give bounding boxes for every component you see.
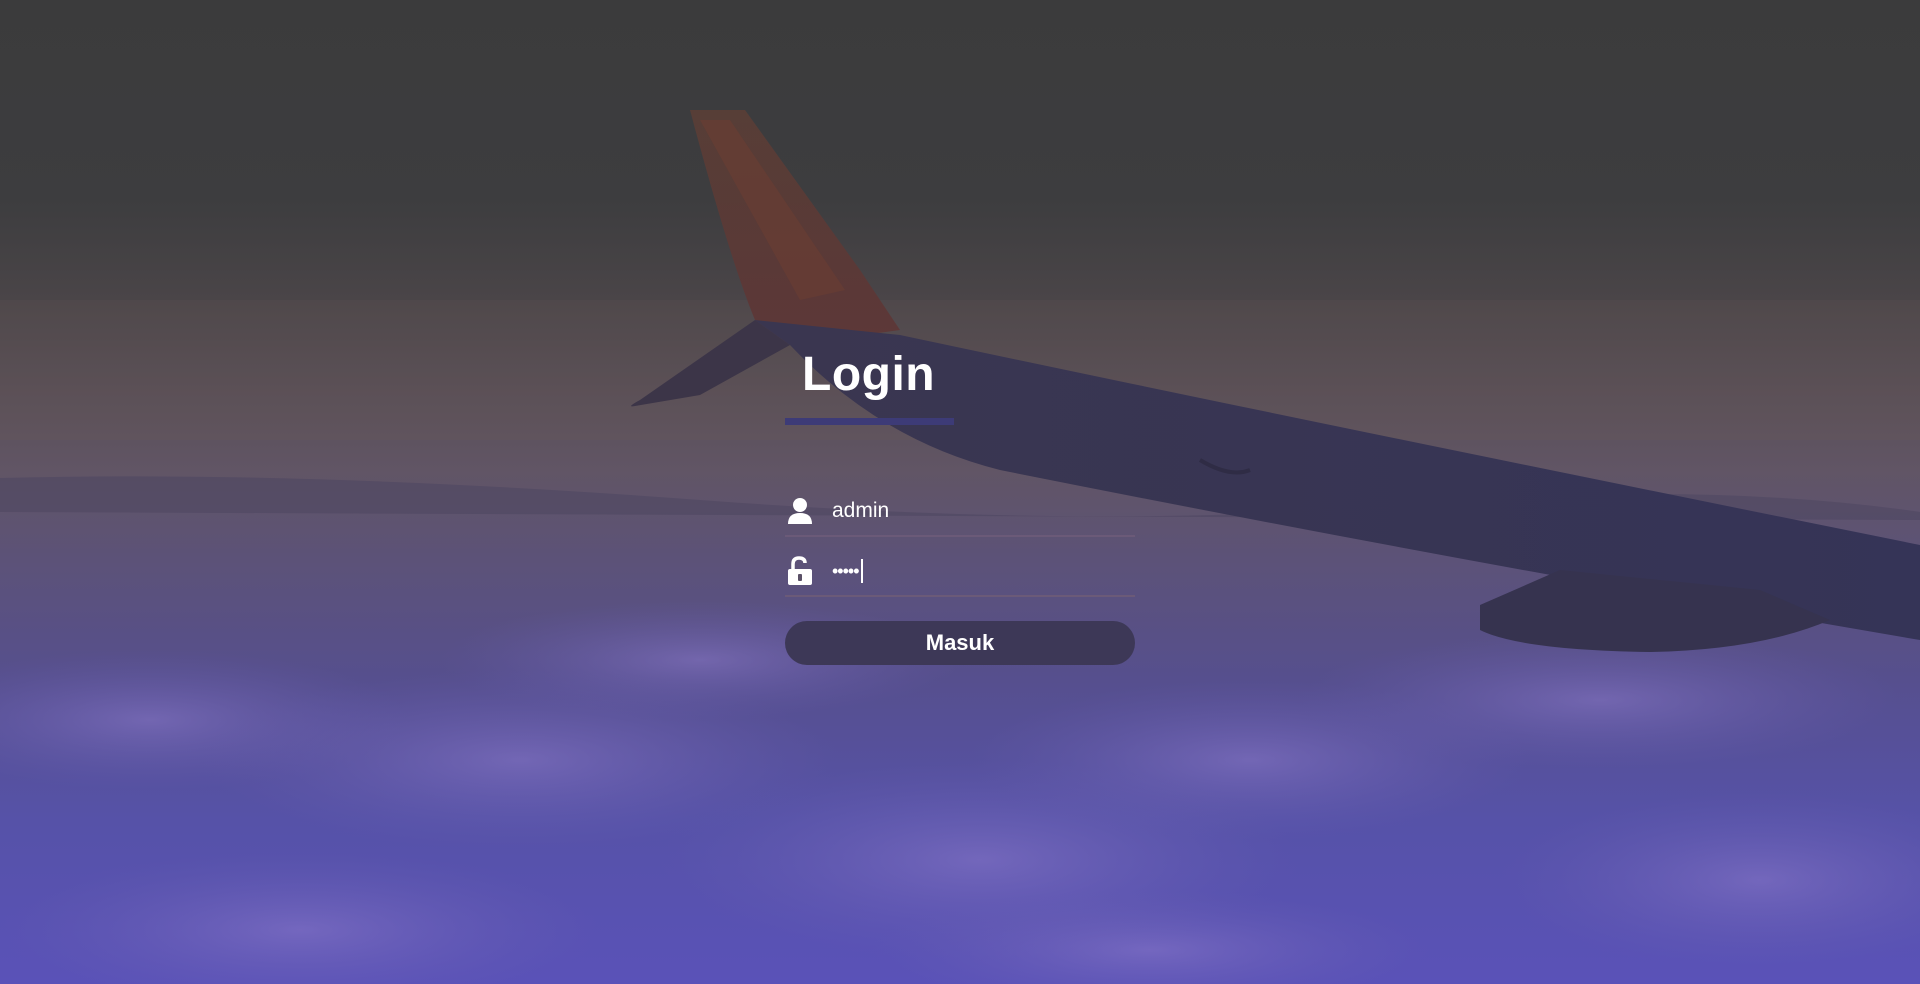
username-field[interactable] <box>785 487 1135 537</box>
login-page: Login ••••• <box>0 0 1920 984</box>
title-underline <box>785 418 954 425</box>
user-icon <box>785 496 815 526</box>
password-field[interactable]: ••••• <box>785 547 1135 597</box>
username-input[interactable] <box>832 499 1112 523</box>
password-input[interactable]: ••••• <box>832 559 863 583</box>
text-caret <box>860 559 863 583</box>
login-form: Login ••••• <box>785 340 1135 665</box>
password-mask: ••••• <box>832 560 859 581</box>
login-title: Login <box>802 348 936 401</box>
masuk-button[interactable]: Masuk <box>785 621 1135 665</box>
unlock-icon <box>785 556 815 586</box>
